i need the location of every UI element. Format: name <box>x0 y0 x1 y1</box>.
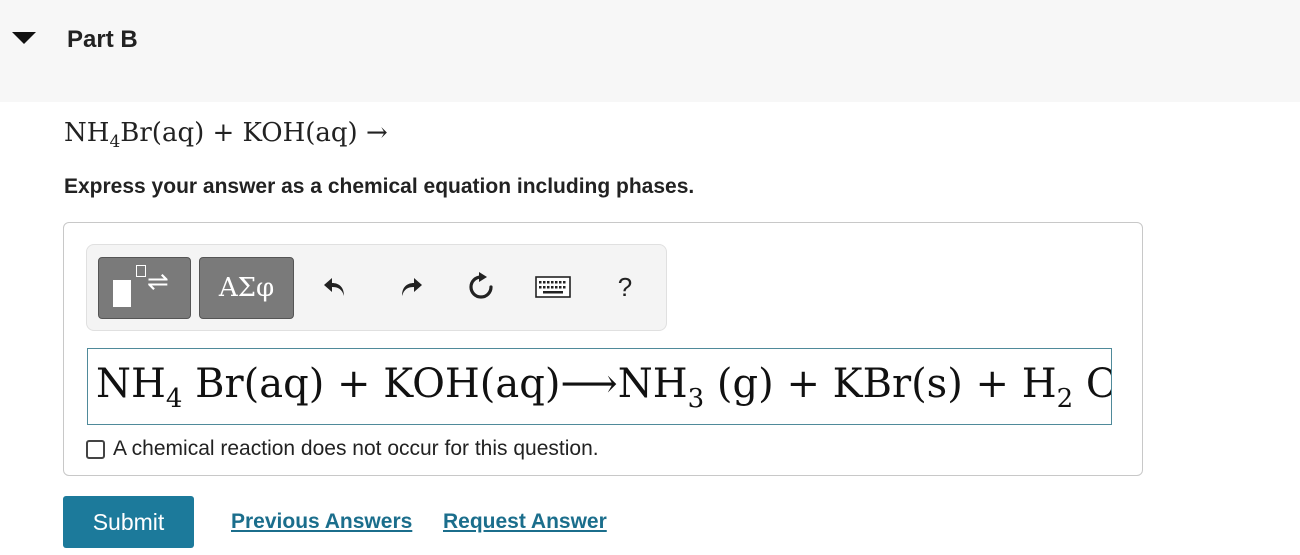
answer-sub1: 4 <box>165 384 183 414</box>
answer-seg3: (g) + KBr(s) + H <box>704 361 1057 407</box>
templates-icon <box>113 280 131 307</box>
undo-button[interactable] <box>315 267 355 307</box>
equation-toolbar: ⇌ ΑΣφ ? <box>86 244 667 331</box>
answer-seg4: O(1) <box>1073 361 1111 407</box>
previous-answers-link[interactable]: Previous Answers <box>231 510 412 534</box>
no-reaction-checkbox[interactable] <box>86 439 105 459</box>
request-answer-link[interactable]: Request Answer <box>443 510 607 534</box>
redo-button[interactable] <box>391 267 431 307</box>
instruction-text: Express your answer as a chemical equati… <box>64 175 695 198</box>
collapse-caret-icon[interactable] <box>12 32 36 44</box>
equilibrium-arrows-icon: ⇌ <box>147 266 169 296</box>
no-reaction-option[interactable]: A chemical reaction does not occur for t… <box>86 437 599 461</box>
prompt-nh: NH <box>64 118 110 148</box>
no-reaction-label: A chemical reaction does not occur for t… <box>113 437 599 460</box>
answer-input[interactable]: NH4 Br(aq) + KOH(aq)⟶NH3 (g) + KBr(s) + … <box>87 348 1112 425</box>
redo-icon <box>402 278 422 296</box>
undo-icon <box>324 278 344 296</box>
answer-seg1: NH <box>96 361 166 407</box>
answer-panel: ⇌ ΑΣφ ? NH4 Br(aq) + KOH(aq)⟶NH3 (g) + K… <box>63 222 1143 476</box>
reaction-prompt: NH4Br(aq) + KOH(aq) → <box>64 118 388 152</box>
prompt-subscript: 4 <box>109 132 121 152</box>
part-title: Part B <box>67 26 138 53</box>
reset-icon <box>469 272 493 299</box>
submit-button[interactable]: Submit <box>63 496 194 548</box>
prompt-rest: Br(aq) + KOH(aq) → <box>120 118 388 148</box>
templates-small-box-icon <box>136 265 146 277</box>
keyboard-icon <box>535 276 571 298</box>
answer-sub3: 2 <box>1056 384 1074 414</box>
keyboard-button[interactable] <box>533 267 573 307</box>
templates-button[interactable]: ⇌ <box>98 257 191 319</box>
help-button[interactable]: ? <box>605 267 645 307</box>
part-header: Part B <box>0 0 1300 102</box>
reset-button[interactable] <box>461 267 501 307</box>
answer-seg2: Br(aq) + KOH(aq)⟶NH <box>182 361 688 407</box>
symbols-button[interactable]: ΑΣφ <box>199 257 294 319</box>
answer-sub2: 3 <box>687 384 705 414</box>
